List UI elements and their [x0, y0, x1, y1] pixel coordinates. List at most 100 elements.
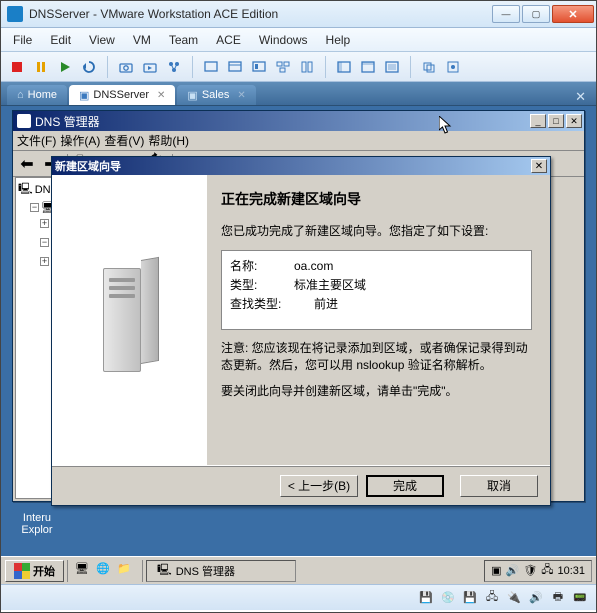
wizard-title-text: 新建区域向导: [55, 158, 121, 174]
collapse-icon[interactable]: −: [30, 203, 39, 212]
dns-menu-help[interactable]: 帮助(H): [148, 132, 189, 149]
dns-menu-action[interactable]: 操作(A): [60, 132, 100, 149]
expand-icon[interactable]: +: [40, 257, 49, 266]
window-title: DNSServer - VMware Workstation ACE Editi…: [29, 7, 492, 21]
quickswitch-button[interactable]: [358, 57, 378, 77]
tray-network-icon[interactable]: 🔊: [506, 564, 520, 577]
summary-type-value: 标准主要区域: [294, 276, 366, 295]
device-cd-icon[interactable]: 💿: [440, 590, 456, 606]
taskbar-app-button[interactable]: 🖳 DNS 管理器: [146, 560, 296, 582]
dns-app-icon: [17, 114, 31, 128]
expand-icon[interactable]: +: [40, 219, 49, 228]
tab-dnsserver[interactable]: ▣ DNSServer ✕: [69, 85, 175, 105]
device-sound-icon[interactable]: 🔊: [528, 590, 544, 606]
tab-close-icon[interactable]: ✕: [237, 90, 245, 101]
vmware-statusbar: 💾 💿 💾 🖧 🔌 🔊 🖶 📟: [1, 584, 596, 610]
snapshot-button[interactable]: [116, 57, 136, 77]
power-on-button[interactable]: [55, 57, 75, 77]
tab-home-label: Home: [28, 89, 57, 101]
start-button[interactable]: 开始: [5, 560, 64, 582]
device-floppy-icon[interactable]: 💾: [462, 590, 478, 606]
wizard-summary-box: 名称:oa.com 类型:标准主要区域 查找类型: 前进: [221, 250, 532, 330]
menu-vm[interactable]: VM: [125, 30, 159, 50]
unity-button[interactable]: [419, 57, 439, 77]
snapshot-mgr-button[interactable]: [164, 57, 184, 77]
dns-close-button[interactable]: ✕: [566, 114, 582, 128]
start-label: 开始: [33, 563, 55, 579]
desktop-ie-label[interactable]: InteruExplor: [13, 512, 61, 536]
dns-root-icon: 🖳: [18, 180, 33, 199]
device-hdd-icon[interactable]: 💾: [418, 590, 434, 606]
vmware-titlebar: DNSServer - VMware Workstation ACE Editi…: [1, 1, 596, 28]
maximize-button[interactable]: ▢: [522, 5, 550, 23]
guest-desktop[interactable]: DNS 管理器 _ □ ✕ 文件(F) 操作(A) 查看(V) 帮助(H) ⬅ …: [1, 106, 596, 584]
menu-view[interactable]: View: [81, 30, 123, 50]
tab-sales[interactable]: ▣ Sales ✕: [177, 85, 255, 105]
dns-menu-file[interactable]: 文件(F): [17, 132, 56, 149]
dns-back-button[interactable]: ⬅: [17, 154, 37, 174]
summary-lookup-value: 前进: [314, 295, 338, 314]
reset-button[interactable]: [79, 57, 99, 77]
tray-clock[interactable]: 10:31: [557, 565, 585, 577]
expand-icon[interactable]: −: [40, 238, 49, 247]
show-summary-button[interactable]: [225, 57, 245, 77]
dns-titlebar[interactable]: DNS 管理器 _ □ ✕: [13, 111, 584, 131]
device-nic-icon[interactable]: 🖧: [484, 590, 500, 606]
menu-windows[interactable]: Windows: [251, 30, 316, 50]
wizard-note-text: 注意: 您应该现在将记录添加到区域，或者确保记录得到动态更新。然后，您可以用 n…: [221, 340, 532, 374]
wizard-cancel-button[interactable]: 取消: [460, 475, 538, 497]
dns-maximize-button[interactable]: □: [548, 114, 564, 128]
power-off-button[interactable]: [7, 57, 27, 77]
quicklaunch-app-icon[interactable]: 📁: [117, 562, 135, 580]
vmware-toolbar: [1, 52, 596, 82]
summary-name-value: oa.com: [294, 257, 333, 276]
vmware-menubar: File Edit View VM Team ACE Windows Help: [1, 28, 596, 52]
vmware-tabstrip: ⌂ Home ▣ DNSServer ✕ ▣ Sales ✕ ✕: [1, 82, 596, 106]
tabstrip-close-icon[interactable]: ✕: [571, 89, 590, 105]
menu-ace[interactable]: ACE: [208, 30, 249, 50]
taskbar-app-icon: 🖳: [157, 561, 172, 580]
minimize-button[interactable]: —: [492, 5, 520, 23]
summary-type-label: 类型:: [230, 276, 294, 295]
quicklaunch-ie-icon[interactable]: 🌐: [96, 562, 114, 580]
home-icon: ⌂: [17, 89, 24, 101]
revert-button[interactable]: [140, 57, 160, 77]
wizard-close-button[interactable]: ✕: [531, 159, 547, 173]
show-appliance-button[interactable]: [249, 57, 269, 77]
menu-help[interactable]: Help: [318, 30, 359, 50]
tab-home[interactable]: ⌂ Home: [7, 85, 67, 105]
tray-lan-icon[interactable]: 🖧: [541, 561, 553, 580]
dns-menu-view[interactable]: 查看(V): [104, 132, 144, 149]
summary-name-label: 名称:: [230, 257, 294, 276]
show-console-button[interactable]: [201, 57, 221, 77]
device-printer-icon[interactable]: 🖶: [550, 590, 566, 606]
wizard-success-text: 您已成功完成了新建区域向导。您指定了如下设置:: [221, 223, 532, 240]
menu-file[interactable]: File: [5, 30, 40, 50]
wizard-main-panel: 正在完成新建区域向导 您已成功完成了新建区域向导。您指定了如下设置: 名称:oa…: [207, 175, 550, 465]
dns-minimize-button[interactable]: _: [530, 114, 546, 128]
wizard-heading: 正在完成新建区域向导: [221, 189, 532, 209]
dns-menubar: 文件(F) 操作(A) 查看(V) 帮助(H): [13, 131, 584, 151]
tray-shield-icon[interactable]: 🛡: [523, 564, 537, 577]
close-button[interactable]: ✕: [552, 5, 594, 23]
device-display-icon[interactable]: 📟: [572, 590, 588, 606]
wizard-back-button[interactable]: < 上一步(B): [280, 475, 358, 497]
toolbar-extra-button[interactable]: [443, 57, 463, 77]
wizard-titlebar[interactable]: 新建区域向导 ✕: [52, 157, 550, 175]
wizard-finish-button[interactable]: 完成: [366, 475, 444, 497]
menu-team[interactable]: Team: [161, 30, 206, 50]
device-usb-icon[interactable]: 🔌: [506, 590, 522, 606]
show-team-button[interactable]: [273, 57, 293, 77]
tray-vmtools-icon[interactable]: ▣: [491, 564, 501, 577]
menu-edit[interactable]: Edit: [42, 30, 79, 50]
show-favorites-button[interactable]: [297, 57, 317, 77]
suspend-button[interactable]: [31, 57, 51, 77]
windows-flag-icon: [14, 563, 30, 579]
tab-close-icon[interactable]: ✕: [157, 90, 165, 101]
quicklaunch-desktop-icon[interactable]: 🖥: [75, 562, 93, 580]
fullscreen-button[interactable]: [382, 57, 402, 77]
tab-active-label: DNSServer: [93, 89, 149, 101]
sidebar-button[interactable]: [334, 57, 354, 77]
system-tray[interactable]: ▣ 🔊 🛡 🖧 10:31: [484, 560, 592, 582]
summary-lookup-label: 查找类型:: [230, 295, 294, 314]
